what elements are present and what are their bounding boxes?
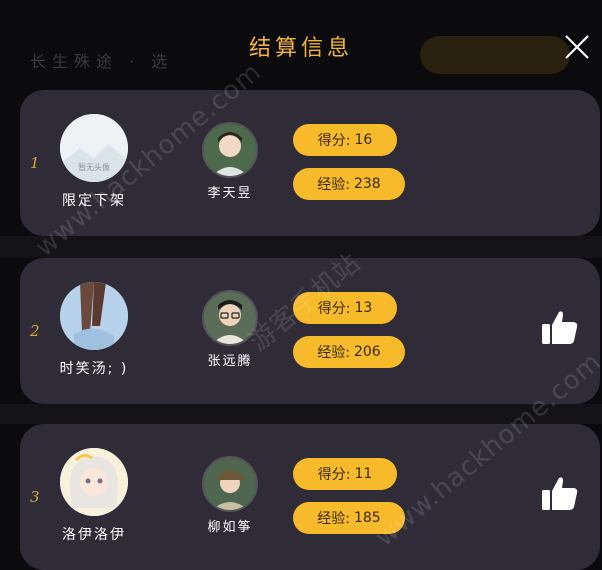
result-card: 1 暂无头像 限定下架 李天昱 得分: 16 经验: 238 <box>20 90 600 236</box>
exp-value: 238 <box>353 176 381 192</box>
player-name: 限定下架 <box>62 193 126 209</box>
character-name: 柳如筝 <box>207 520 253 535</box>
background-strip <box>0 236 602 258</box>
thumbs-up-icon[interactable] <box>540 474 580 514</box>
exp-badge: 经验: 185 <box>293 502 405 534</box>
score-badge: 得分: 13 <box>293 292 397 324</box>
character-name: 李天昱 <box>207 186 253 201</box>
exp-badge: 经验: 238 <box>293 168 405 200</box>
exp-label: 经验: <box>317 345 350 361</box>
player-avatar[interactable] <box>60 282 128 350</box>
result-card: 3 洛伊洛伊 柳如筝 得分: 11 经验: 185 <box>20 424 600 570</box>
rank-number: 1 <box>30 154 40 172</box>
thumbs-up-icon[interactable] <box>540 308 580 348</box>
score-badge: 得分: 16 <box>293 124 397 156</box>
score-label: 得分: <box>317 467 351 483</box>
exp-label: 经验: <box>317 177 350 193</box>
score-value: 11 <box>354 466 373 482</box>
character-name: 张远腾 <box>207 354 253 369</box>
score-value: 16 <box>354 132 373 148</box>
character-avatar <box>202 456 258 512</box>
player-avatar[interactable]: 暂无头像 <box>60 114 128 182</box>
exp-badge: 经验: 206 <box>293 336 405 368</box>
close-icon[interactable] <box>562 32 592 62</box>
player-photo-icon <box>60 448 128 516</box>
avatar-placeholder-text: 暂无头像 <box>78 162 110 172</box>
exp-value: 206 <box>353 344 381 360</box>
result-card: 2 时笑汤; ) 张远腾 得分: 13 经验: 206 <box>20 258 600 404</box>
default-avatar-icon: 暂无头像 <box>60 114 128 182</box>
score-label: 得分: <box>317 133 351 149</box>
rank-number: 2 <box>30 322 40 340</box>
character-avatar <box>202 122 258 178</box>
exp-value: 185 <box>353 510 381 526</box>
player-photo-icon <box>60 282 128 350</box>
exp-label: 经验: <box>317 511 350 527</box>
character-portrait-icon <box>204 458 256 510</box>
character-portrait-icon <box>204 292 256 344</box>
character-avatar <box>202 290 258 346</box>
player-avatar[interactable] <box>60 448 128 516</box>
character-portrait-icon <box>204 124 256 176</box>
player-name: 洛伊洛伊 <box>62 527 126 543</box>
score-value: 13 <box>354 300 373 316</box>
player-name: 时笑汤; ) <box>59 361 129 377</box>
score-label: 得分: <box>317 301 351 317</box>
score-badge: 得分: 11 <box>293 458 397 490</box>
page-title: 结算信息 <box>248 36 353 61</box>
rank-number: 3 <box>30 488 40 506</box>
background-strip <box>0 404 602 424</box>
